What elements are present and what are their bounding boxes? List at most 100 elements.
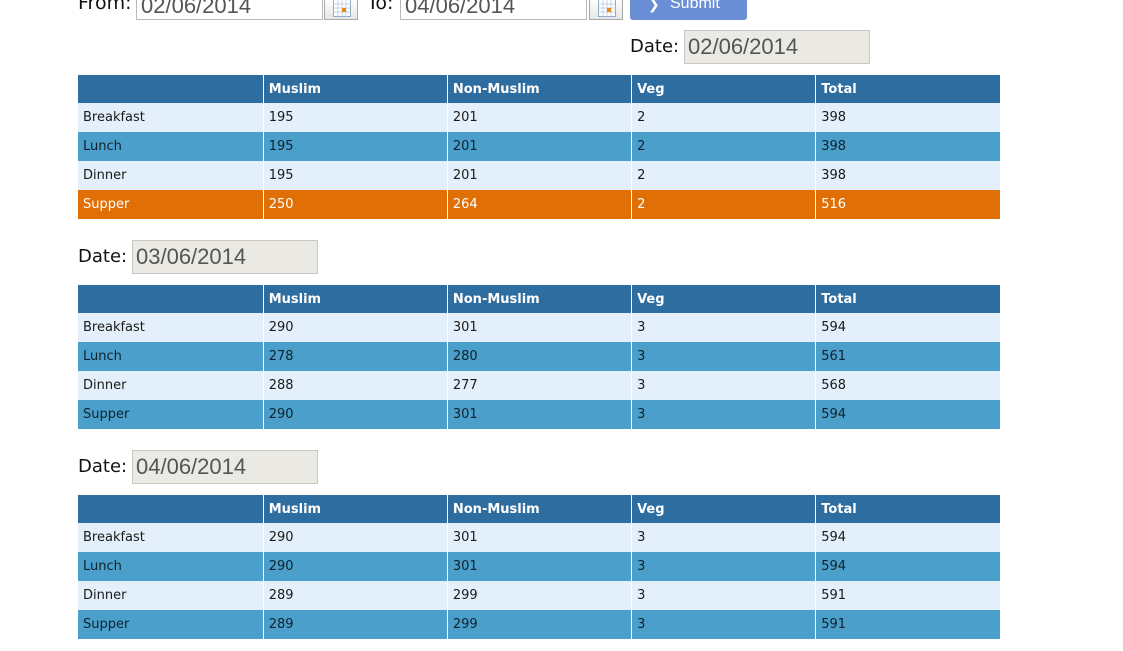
- column-header-veg: Veg: [631, 495, 816, 523]
- muslim-cell: 195: [262, 103, 448, 132]
- veg-cell: 2: [631, 132, 816, 161]
- submit-label: Submit: [670, 0, 720, 12]
- total-cell: 594: [815, 400, 1000, 429]
- veg-cell: 3: [631, 610, 816, 639]
- non-muslim-cell: 277: [446, 371, 632, 400]
- column-header-non-muslim: Non-Muslim: [446, 75, 632, 103]
- date-row-day-2: Date: 03/06/2014: [78, 240, 328, 274]
- muslim-cell: 288: [262, 371, 448, 400]
- total-cell: 591: [815, 581, 1000, 610]
- total-cell: 398: [815, 132, 1000, 161]
- muslim-cell: 290: [262, 400, 448, 429]
- total-cell: 516: [815, 190, 1000, 219]
- table-row: Supper 289 299 3 591: [78, 610, 1000, 639]
- table-header-row: Muslim Non-Muslim Veg Total: [78, 285, 1000, 313]
- to-calendar-button[interactable]: [589, 0, 623, 20]
- table-row: Dinner 289 299 3 591: [78, 581, 1000, 610]
- total-cell: 568: [815, 371, 1000, 400]
- column-header-veg: Veg: [631, 75, 816, 103]
- muslim-cell: 250: [262, 190, 448, 219]
- calendar-icon: [333, 0, 351, 17]
- veg-cell: 2: [631, 190, 816, 219]
- veg-cell: 3: [631, 342, 816, 371]
- table-row: Dinner 288 277 3 568: [78, 371, 1000, 400]
- muslim-cell: 290: [262, 523, 448, 552]
- date-value: 04/06/2014: [132, 450, 318, 484]
- muslim-cell: 195: [262, 161, 448, 190]
- veg-cell: 2: [631, 103, 816, 132]
- table-header-row: Muslim Non-Muslim Veg Total: [78, 495, 1000, 523]
- to-label: To:: [367, 0, 394, 14]
- date-row-day-3: Date: 04/06/2014: [78, 450, 328, 484]
- column-header-non-muslim: Non-Muslim: [446, 285, 632, 313]
- meal-cell: Lunch: [78, 552, 264, 581]
- submit-button[interactable]: ❯ Submit: [630, 0, 747, 20]
- column-header-meal: [78, 285, 264, 313]
- veg-cell: 2: [631, 161, 816, 190]
- non-muslim-cell: 264: [446, 190, 632, 219]
- table-row: Breakfast 290 301 3 594: [78, 313, 1000, 342]
- meal-cell: Dinner: [78, 161, 264, 190]
- meal-cell: Breakfast: [78, 313, 264, 342]
- meal-cell: Lunch: [78, 132, 264, 161]
- meal-cell: Breakfast: [78, 523, 264, 552]
- muslim-cell: 289: [262, 581, 448, 610]
- veg-cell: 3: [631, 523, 816, 552]
- from-calendar-button[interactable]: [324, 0, 358, 20]
- non-muslim-cell: 201: [446, 161, 632, 190]
- column-header-veg: Veg: [631, 285, 816, 313]
- meal-cell: Dinner: [78, 371, 264, 400]
- total-cell: 594: [815, 552, 1000, 581]
- to-date-input[interactable]: 04/06/2014: [400, 0, 587, 20]
- non-muslim-cell: 301: [446, 400, 632, 429]
- muslim-cell: 195: [262, 132, 448, 161]
- column-header-total: Total: [815, 75, 1000, 103]
- non-muslim-cell: 299: [446, 581, 632, 610]
- date-label: Date:: [630, 36, 680, 57]
- date-value: 02/06/2014: [684, 30, 870, 64]
- table-row: Lunch 278 280 3 561: [78, 342, 1000, 371]
- date-row-day-1: Date: 02/06/2014: [630, 30, 870, 64]
- meal-cell: Lunch: [78, 342, 264, 371]
- veg-cell: 3: [631, 371, 816, 400]
- total-cell: 594: [815, 523, 1000, 552]
- non-muslim-cell: 280: [446, 342, 632, 371]
- column-header-total: Total: [815, 285, 1000, 313]
- chevron-right-icon: ❯: [648, 0, 660, 12]
- muslim-cell: 290: [262, 552, 448, 581]
- meal-cell: Supper: [78, 190, 264, 219]
- non-muslim-cell: 201: [446, 132, 632, 161]
- non-muslim-cell: 299: [446, 610, 632, 639]
- date-value: 03/06/2014: [132, 240, 318, 274]
- from-date-input[interactable]: 02/06/2014: [136, 0, 323, 20]
- column-header-meal: [78, 495, 264, 523]
- meal-cell: Supper: [78, 400, 264, 429]
- column-header-muslim: Muslim: [262, 75, 448, 103]
- veg-cell: 3: [631, 581, 816, 610]
- meal-cell: Breakfast: [78, 103, 264, 132]
- column-header-muslim: Muslim: [262, 495, 448, 523]
- date-range-filter: From: 02/06/2014 To: 04/06/2014 ❯ Submit: [0, 0, 1123, 22]
- meal-cell: Dinner: [78, 581, 264, 610]
- total-cell: 398: [815, 161, 1000, 190]
- date-label: Date:: [78, 246, 128, 267]
- veg-cell: 3: [631, 313, 816, 342]
- calendar-icon: [598, 0, 616, 17]
- date-label: Date:: [78, 456, 128, 477]
- non-muslim-cell: 301: [446, 523, 632, 552]
- muslim-cell: 289: [262, 610, 448, 639]
- column-header-total: Total: [815, 495, 1000, 523]
- muslim-cell: 290: [262, 313, 448, 342]
- total-cell: 561: [815, 342, 1000, 371]
- muslim-cell: 278: [262, 342, 448, 371]
- table-header-row: Muslim Non-Muslim Veg Total: [78, 75, 1000, 103]
- veg-cell: 3: [631, 552, 816, 581]
- column-header-non-muslim: Non-Muslim: [446, 495, 632, 523]
- total-cell: 591: [815, 610, 1000, 639]
- table-row: Breakfast 195 201 2 398: [78, 103, 1000, 132]
- total-cell: 398: [815, 103, 1000, 132]
- meal-cell: Supper: [78, 610, 264, 639]
- meal-count-table-day-3: Muslim Non-Muslim Veg Total Breakfast 29…: [78, 495, 1000, 639]
- table-row: Lunch 290 301 3 594: [78, 552, 1000, 581]
- from-label: From:: [78, 0, 132, 14]
